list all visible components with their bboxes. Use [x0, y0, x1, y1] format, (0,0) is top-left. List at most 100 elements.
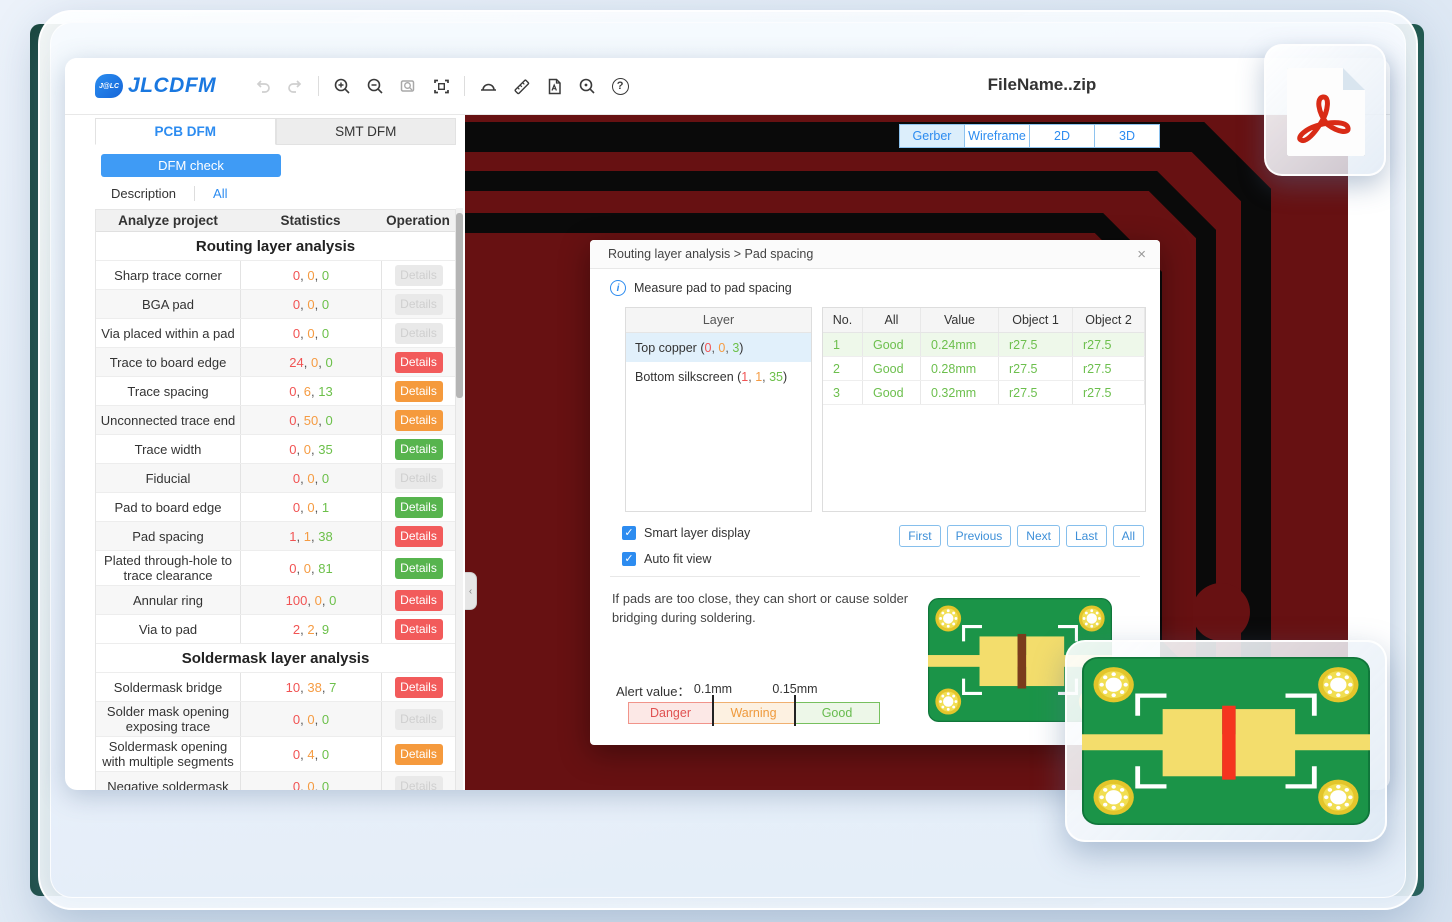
stat-warning-count: 0	[307, 326, 321, 341]
stat-warning-count: 38	[307, 680, 329, 695]
layer-stat-good: 3	[732, 341, 739, 355]
sidebar-scrollbar-thumb[interactable]	[456, 213, 463, 398]
view-mode-tab[interactable]: Gerber	[899, 124, 965, 148]
stat-good-count: 0	[322, 471, 329, 486]
stat-warning-count: 2	[307, 622, 321, 637]
row-operation: Details	[381, 406, 455, 434]
sidebar-tab[interactable]: PCB DFM	[95, 118, 276, 145]
filter-separator	[194, 186, 195, 201]
row-statistics: 0 0 0	[240, 702, 381, 736]
stat-danger-count: 0	[293, 297, 307, 312]
result-header-value[interactable]: Value	[921, 308, 999, 332]
layer-list-item[interactable]: Top copper003	[626, 333, 811, 362]
alert-legend-bar: Danger Warning Good	[628, 702, 880, 724]
details-button[interactable]: Details	[395, 439, 443, 460]
pdf-report-card[interactable]	[1264, 44, 1386, 176]
view-mode-tab[interactable]: 2D	[1029, 124, 1095, 148]
details-button[interactable]: Details	[395, 323, 443, 344]
auto-fit-view-checkbox[interactable]: Auto fit view	[622, 552, 711, 566]
stat-danger-count: 0	[289, 384, 303, 399]
stat-good-count: 0	[322, 268, 329, 283]
stat-danger-count: 0	[289, 442, 303, 457]
view-mode-tab[interactable]: Wireframe	[964, 124, 1030, 148]
row-operation: Details	[381, 493, 455, 521]
row-label: Sharp trace corner	[96, 261, 240, 289]
table-row: Soldermask layer analysis Details	[96, 644, 455, 673]
smart-layer-display-checkbox[interactable]: Smart layer display	[622, 526, 750, 540]
fit-screen-icon[interactable]	[431, 76, 451, 96]
layer-list-item[interactable]: Bottom silkscreen1135	[626, 362, 811, 391]
pagination-button[interactable]: Last	[1066, 525, 1107, 547]
redo-icon[interactable]	[285, 76, 305, 96]
pagination-button[interactable]: Next	[1017, 525, 1060, 547]
pagination-button[interactable]: Previous	[947, 525, 1012, 547]
row-statistics: 1 1 38	[240, 522, 381, 550]
table-row: Trace width 0 0 35 Details	[96, 435, 455, 464]
details-button[interactable]: Details	[395, 468, 443, 489]
view-mode-tab-label: 3D	[1119, 129, 1135, 143]
close-icon[interactable]: ×	[1137, 247, 1146, 262]
details-button[interactable]: Details	[395, 352, 443, 373]
sidebar-collapse-handle[interactable]: ‹	[465, 572, 477, 610]
details-button[interactable]: Details	[395, 590, 443, 611]
result-row[interactable]: 1 Good 0.24mm r27.5 r27.5	[823, 333, 1145, 357]
details-button[interactable]: Details	[395, 709, 443, 730]
row-statistics: 2 2 9	[240, 615, 381, 643]
row-label: Soldermask bridge	[96, 673, 240, 701]
zoom-in-icon[interactable]	[332, 76, 352, 96]
filter-description[interactable]: Description	[111, 186, 176, 201]
filter-row: Description All	[111, 186, 456, 201]
row-label: Pad to board edge	[96, 493, 240, 521]
details-button[interactable]: Details	[395, 558, 443, 579]
alert-segment-danger: Danger	[628, 702, 713, 724]
rule-description: If pads are too close, they can short or…	[612, 590, 908, 627]
undo-icon[interactable]	[252, 76, 272, 96]
table-row: Trace spacing 0 6 13 Details	[96, 377, 455, 406]
section-title: Soldermask layer analysis	[96, 644, 455, 672]
ruler-icon[interactable]	[511, 76, 531, 96]
stat-danger-count: 0	[293, 779, 307, 791]
details-button[interactable]: Details	[395, 265, 443, 286]
modal-header: Routing layer analysis > Pad spacing ×	[590, 240, 1160, 269]
stat-good-count: 0	[325, 413, 332, 428]
stat-warning-count: 6	[304, 384, 318, 399]
pagination-button[interactable]: First	[899, 525, 940, 547]
details-button[interactable]: Details	[395, 677, 443, 698]
details-button[interactable]: Details	[395, 294, 443, 315]
details-button[interactable]: Details	[395, 619, 443, 640]
measure-arc-icon[interactable]	[478, 76, 498, 96]
layer-panel: Layer Top copper003 Bottom silkscreen113…	[625, 307, 812, 512]
box-zoom-icon[interactable]	[398, 76, 418, 96]
result-panel: No. All Value Object 1 Object 2 1 Good 0…	[822, 307, 1146, 512]
locate-icon[interactable]	[577, 76, 597, 96]
help-icon[interactable]: ?	[610, 76, 630, 96]
filter-all[interactable]: All	[213, 186, 227, 201]
dfm-check-button[interactable]: DFM check	[101, 154, 281, 177]
row-statistics: 0 0 0	[240, 261, 381, 289]
row-label: Unconnected trace end	[96, 406, 240, 434]
details-button[interactable]: Details	[395, 410, 443, 431]
details-button[interactable]: Details	[395, 497, 443, 518]
result-row[interactable]: 3 Good 0.32mm r27.5 r27.5	[823, 381, 1145, 405]
result-cell-all: Good	[863, 357, 921, 380]
details-button[interactable]: Details	[395, 744, 443, 765]
row-statistics: 0 0 81	[240, 551, 381, 585]
result-cell-no: 3	[823, 381, 863, 404]
sidebar-scrollbar-track[interactable]	[456, 208, 463, 790]
stat-good-count: 7	[329, 680, 336, 695]
view-mode-tab[interactable]: 3D	[1094, 124, 1160, 148]
export-pdf-icon[interactable]	[544, 76, 564, 96]
details-button[interactable]: Details	[395, 526, 443, 547]
result-row[interactable]: 2 Good 0.28mm r27.5 r27.5	[823, 357, 1145, 381]
stat-danger-count: 0	[289, 561, 303, 576]
sidebar-tab[interactable]: SMT DFM	[276, 118, 457, 145]
details-button[interactable]: Details	[395, 381, 443, 402]
row-statistics: 100 0 0	[240, 586, 381, 614]
modal-divider	[610, 576, 1140, 577]
details-button[interactable]: Details	[395, 776, 443, 791]
zoom-out-icon[interactable]	[365, 76, 385, 96]
row-operation: Details	[381, 261, 455, 289]
stat-danger-count: 100	[286, 593, 315, 608]
pagination-button[interactable]: All	[1113, 525, 1144, 547]
stat-good-count: 81	[318, 561, 332, 576]
